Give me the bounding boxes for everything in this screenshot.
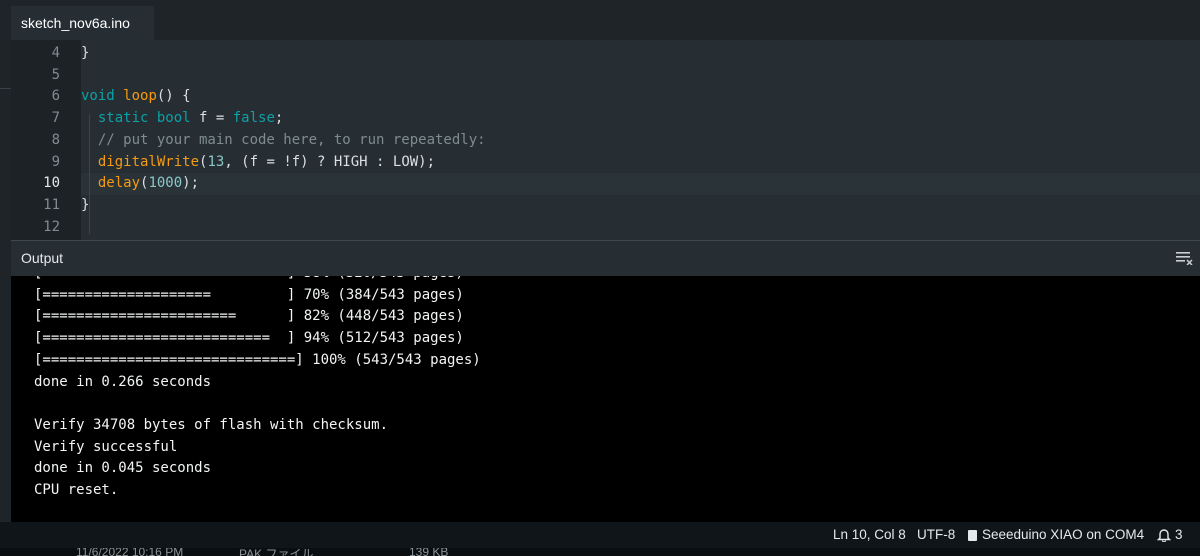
status-bar: Ln 10, Col 8 UTF-8 Seeeduino XIAO on COM… — [0, 522, 1200, 548]
code-text[interactable]: } void loop() { static bool f = false; //… — [81, 40, 1200, 240]
cursor-position[interactable]: Ln 10, Col 8 — [833, 527, 906, 542]
code-line[interactable] — [81, 65, 1200, 87]
line-number: 10 — [43, 175, 60, 192]
board-selector[interactable]: Seeeduino XIAO on COM4 — [982, 527, 1144, 542]
code-line[interactable]: } — [81, 43, 1200, 65]
editor-left-strip — [0, 40, 11, 240]
code-token: () { — [156, 88, 191, 105]
output-line: Verify successful — [34, 438, 178, 455]
code-token: 1000 — [148, 175, 183, 192]
output-line: Verify 34708 bytes of flash with checksu… — [34, 416, 389, 433]
code-line[interactable]: delay(1000); — [81, 173, 1200, 195]
output-line: [==================== ] 70% (384/543 pag… — [34, 286, 464, 303]
output-line: [==============================] 100% (5… — [34, 351, 481, 368]
line-number: 12 — [43, 218, 60, 235]
notifications-count[interactable]: 3 — [1175, 527, 1183, 542]
code-token: void — [81, 88, 115, 105]
code-line[interactable]: digitalWrite(13, (f = !f) ? HIGH : LOW); — [81, 152, 1200, 174]
tab-sketch-file[interactable]: sketch_nov6a.ino — [11, 6, 154, 40]
background-size: 139 KB — [409, 548, 449, 556]
background-date: 11/6/2022 10:16 PM — [76, 548, 184, 556]
code-token: false — [232, 110, 275, 127]
code-line[interactable]: static bool f = false; — [81, 108, 1200, 130]
background-type: PAK ファイル — [239, 548, 314, 556]
output-panel-header: Output — [11, 240, 1200, 276]
tab-filename: sketch_nov6a.ino — [21, 15, 130, 31]
clear-output-icon[interactable] — [1176, 251, 1194, 265]
code-token: } — [81, 196, 90, 213]
code-line[interactable]: } — [81, 195, 1200, 217]
code-token: ; — [274, 110, 284, 127]
code-token: 13 — [207, 153, 225, 170]
notifications-bell-icon[interactable] — [1157, 528, 1171, 542]
code-token: } — [81, 45, 90, 61]
line-number: 11 — [43, 196, 60, 213]
output-line: [=========================== ] 94% (512/… — [34, 330, 464, 347]
output-left-strip — [0, 240, 11, 523]
code-token: delay — [97, 175, 141, 192]
line-number: 7 — [51, 110, 60, 127]
output-line: CPU reset. — [34, 482, 119, 498]
output-title: Output — [21, 250, 64, 266]
code-token: f = — [190, 110, 233, 127]
code-line[interactable] — [81, 217, 1200, 239]
board-icon — [968, 530, 977, 541]
code-token: bool — [156, 110, 191, 127]
output-console[interactable]: [================== ] 58% (320/543 pages… — [11, 276, 1200, 522]
code-token: // put your main code here, to run repea… — [97, 131, 486, 148]
line-number: 5 — [51, 66, 60, 83]
code-token: static — [97, 110, 149, 127]
output-line: done in 0.266 seconds — [34, 373, 212, 390]
background-file-list-row: 11/6/2022 10:16 PM PAK ファイル 139 KB — [0, 548, 1200, 556]
output-line: [================== ] 58% (320/543 pages… — [34, 276, 464, 285]
tab-bar: sketch_nov6a.ino — [0, 0, 1200, 40]
line-number: 8 — [51, 131, 60, 148]
code-token: , (f = !f) ? HIGH : LOW); — [224, 153, 436, 170]
file-encoding: UTF-8 — [917, 527, 956, 542]
code-token: digitalWrite — [97, 153, 200, 170]
code-line[interactable]: // put your main code here, to run repea… — [81, 130, 1200, 152]
line-number: 9 — [51, 153, 60, 170]
code-token: ); — [182, 175, 200, 192]
output-line: done in 0.045 seconds — [34, 460, 212, 477]
code-line[interactable]: void loop() { — [81, 86, 1200, 108]
line-number: 4 — [51, 45, 60, 61]
code-editor[interactable]: 4 5 6 7 8 9 10 11 12 } void loop() { static bool … — [0, 40, 1200, 240]
output-line: [======================= ] 82% (448/543 … — [34, 308, 464, 325]
line-number: 6 — [51, 88, 60, 105]
code-token: loop — [123, 88, 157, 105]
